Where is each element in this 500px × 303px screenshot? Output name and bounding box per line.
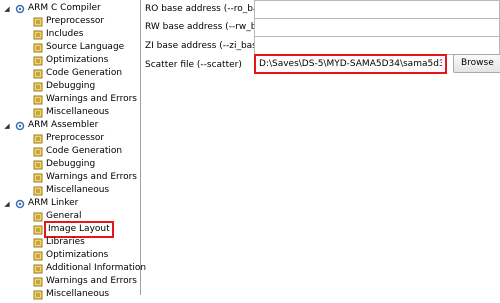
- tree-group-label: ARM Linker: [28, 198, 79, 208]
- tree-item-libraries[interactable]: Libraries: [33, 236, 85, 249]
- tree-group-arm-c-compiler[interactable]: ◢ ARM C Compiler: [3, 2, 101, 15]
- tree-item-warnings-and-errors[interactable]: Warnings and Errors: [33, 93, 137, 106]
- settings-page-icon: [33, 95, 43, 105]
- settings-page-icon: [33, 225, 43, 235]
- tree-item-optimizations[interactable]: Optimizations: [33, 249, 108, 262]
- tree-group-label: ARM C Compiler: [28, 3, 101, 13]
- settings-page-icon: [33, 238, 43, 248]
- tree-group-arm-linker[interactable]: ◢ ARM Linker: [3, 197, 78, 210]
- tree-item-optimizations[interactable]: Optimizations: [33, 54, 108, 67]
- settings-page-icon: [33, 212, 43, 222]
- image-layout-form: RO base address (--ro_base) RW base addr…: [141, 0, 500, 295]
- tree-item-image-layout[interactable]: Image Layout: [33, 221, 114, 238]
- tree-item-additional-information[interactable]: Additional Information: [33, 262, 146, 275]
- scatter-file-label: Scatter file (--scatter): [145, 60, 242, 70]
- rw-base-input[interactable]: [254, 18, 500, 37]
- tree-group-label: ARM Assembler: [28, 120, 99, 130]
- settings-page-icon: [33, 264, 43, 274]
- tree-item-debugging[interactable]: Debugging: [33, 158, 95, 171]
- tree-item-includes[interactable]: Includes: [33, 28, 83, 41]
- settings-page-icon: [33, 82, 43, 92]
- settings-page-icon: [33, 43, 43, 53]
- ro-base-input[interactable]: [254, 0, 500, 19]
- tree-item-miscellaneous[interactable]: Miscellaneous: [33, 106, 109, 119]
- settings-page-icon: [33, 17, 43, 27]
- settings-page-icon: [33, 277, 43, 287]
- settings-page-icon: [33, 56, 43, 66]
- settings-page-icon: [33, 147, 43, 157]
- settings-page-icon: [33, 69, 43, 79]
- settings-tree: ◢ ARM C Compiler Preprocessor Includes S…: [0, 0, 146, 299]
- settings-page-icon: [33, 173, 43, 183]
- settings-page-icon: [33, 134, 43, 144]
- collapse-arrow-icon[interactable]: ◢: [3, 197, 11, 210]
- tool-settings-icon: [15, 199, 25, 209]
- tree-item-code-generation[interactable]: Code Generation: [33, 67, 122, 80]
- zi-base-label: ZI base address (--zi_base): [145, 41, 266, 51]
- settings-page-icon: [33, 108, 43, 118]
- settings-page-icon: [33, 30, 43, 40]
- settings-page-icon: [33, 251, 43, 261]
- tool-settings-icon: [15, 4, 25, 14]
- tree-item-warnings-and-errors[interactable]: Warnings and Errors: [33, 171, 137, 184]
- settings-page-icon: [33, 160, 43, 170]
- browse-button[interactable]: Browse: [453, 54, 500, 73]
- tree-item-source-language[interactable]: Source Language: [33, 41, 124, 54]
- tree-item-preprocessor[interactable]: Preprocessor: [33, 132, 104, 145]
- zi-base-input[interactable]: [254, 36, 500, 55]
- tree-item-preprocessor[interactable]: Preprocessor: [33, 15, 104, 28]
- tree-item-code-generation[interactable]: Code Generation: [33, 145, 122, 158]
- tree-item-miscellaneous[interactable]: Miscellaneous: [33, 184, 109, 197]
- tree-item-general[interactable]: General: [33, 210, 81, 223]
- tree-item-warnings-and-errors[interactable]: Warnings and Errors: [33, 275, 137, 288]
- collapse-arrow-icon[interactable]: ◢: [3, 2, 11, 15]
- settings-page-icon: [33, 186, 43, 196]
- tree-group-arm-assembler[interactable]: ◢ ARM Assembler: [3, 119, 98, 132]
- tree-item-debugging[interactable]: Debugging: [33, 80, 95, 93]
- tool-settings-icon: [15, 121, 25, 131]
- scatter-file-input[interactable]: [254, 54, 447, 74]
- selected-item-label: Image Layout: [44, 221, 114, 238]
- collapse-arrow-icon[interactable]: ◢: [3, 119, 11, 132]
